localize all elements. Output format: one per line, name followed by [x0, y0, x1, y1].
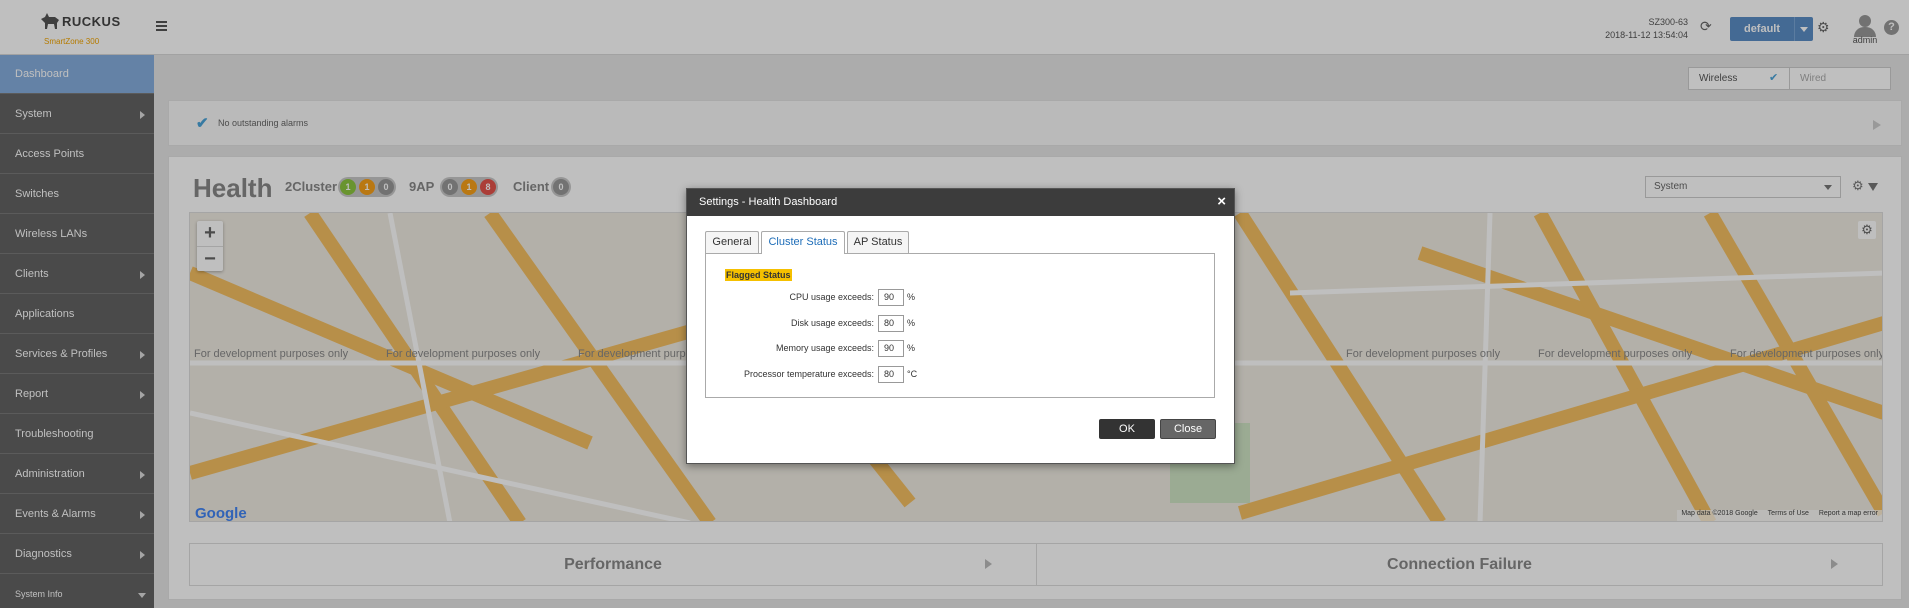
memory-usage-unit: % [907, 343, 916, 353]
dialog-header: Settings - Health Dashboard × [687, 189, 1234, 216]
disk-usage-label: Disk usage exceeds: [790, 318, 874, 328]
close-button[interactable]: Close [1160, 419, 1216, 439]
cluster-status-pane: Flagged Status CPU usage exceeds: 90 % D… [705, 253, 1215, 398]
ok-button[interactable]: OK [1099, 419, 1155, 439]
processor-temp-input[interactable]: 80 [878, 366, 904, 383]
processor-temp-label: Processor temperature exceeds: [743, 369, 874, 379]
tab-ap-status[interactable]: AP Status [847, 231, 909, 253]
memory-usage-label: Memory usage exceeds: [775, 343, 874, 353]
cpu-usage-input[interactable]: 90 [878, 289, 904, 306]
cpu-usage-label: CPU usage exceeds: [789, 292, 874, 302]
section-title: Flagged Status [725, 269, 792, 281]
disk-usage-input[interactable]: 80 [878, 315, 904, 332]
processor-temp-unit: °C [907, 369, 918, 379]
tab-general[interactable]: General [705, 231, 759, 253]
cpu-usage-unit: % [907, 292, 916, 302]
dialog-title: Settings - Health Dashboard [699, 196, 838, 208]
settings-dialog: Settings - Health Dashboard × General Cl… [686, 188, 1235, 464]
disk-usage-unit: % [907, 318, 916, 328]
tab-cluster-status[interactable]: Cluster Status [761, 231, 845, 254]
memory-usage-input[interactable]: 90 [878, 340, 904, 357]
close-icon[interactable]: × [1217, 194, 1226, 210]
